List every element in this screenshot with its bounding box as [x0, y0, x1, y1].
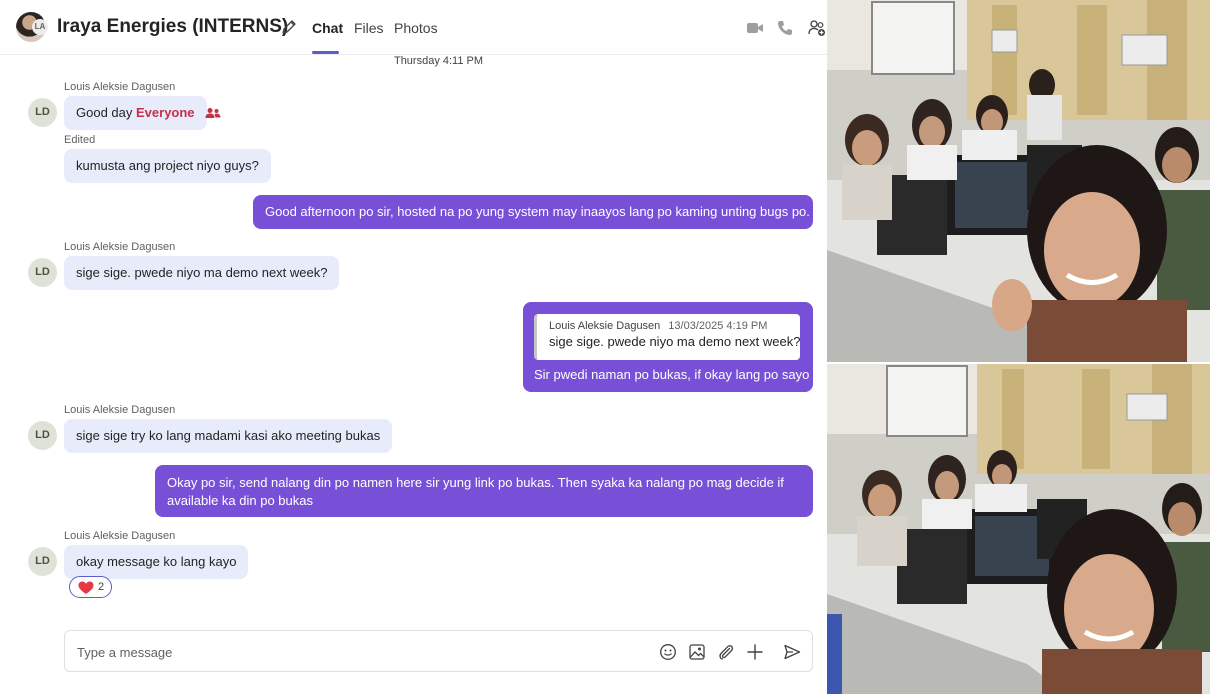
message-text: kumusta ang project niyo guys?	[76, 158, 259, 173]
tab-files[interactable]: Files	[354, 20, 384, 36]
message-bubble[interactable]: Good day Everyone	[64, 96, 207, 130]
avatar[interactable]: LD	[28, 547, 57, 576]
group-avatar-badge: LA	[32, 19, 48, 35]
chat-title: Iraya Energies (INTERNS)	[57, 16, 289, 37]
quoted-sender: Louis Aleksie Dagusen	[549, 320, 661, 332]
message-text: okay message ko lang kayo	[76, 554, 237, 569]
audio-call-icon[interactable]	[776, 19, 794, 37]
tab-photos[interactable]: Photos	[394, 20, 438, 36]
message-bubble[interactable]: okay message ko lang kayo	[64, 545, 249, 579]
chat-pane: LA Iraya Energies (INTERNS) Chat Files P…	[0, 0, 827, 694]
mention-everyone[interactable]: Everyone	[136, 105, 195, 120]
message-text: sige sige. pwede niyo ma demo next week?	[76, 265, 328, 280]
group-mention-icon	[205, 108, 221, 118]
shared-photo-2[interactable]	[827, 364, 1210, 694]
message-sender: Louis Aleksie Dagusen	[64, 530, 176, 542]
message-bubble[interactable]: sige sige. pwede niyo ma demo next week?	[64, 256, 340, 290]
message-date-separator: Thursday 4:11 PM	[393, 55, 484, 67]
add-people-icon[interactable]	[808, 19, 826, 37]
emoji-icon[interactable]	[659, 643, 677, 661]
message-sender: Louis Aleksie Dagusen	[64, 241, 176, 253]
quoted-text: sige sige. pwede niyo ma demo next week?	[549, 334, 801, 349]
message-composer	[64, 630, 813, 672]
message-bubble[interactable]: sige sige try ko lang madami kasi ako me…	[64, 419, 393, 453]
heart-icon	[78, 581, 94, 594]
edit-pencil-icon[interactable]	[280, 18, 298, 36]
attach-icon[interactable]	[717, 643, 735, 661]
outgoing-message-bubble[interactable]: Good afternoon po sir, hosted na po yung…	[253, 195, 813, 229]
shared-photo-1[interactable]	[827, 0, 1210, 362]
message-text-line-2: available ka din po bukas	[167, 493, 313, 508]
outgoing-message-bubble[interactable]: Okay po sir, send nalang din po namen he…	[155, 465, 813, 517]
message-text: sige sige try ko lang madami kasi ako me…	[76, 428, 381, 443]
quoted-message[interactable]: Louis Aleksie Dagusen 13/03/2025 4:19 PM …	[534, 314, 800, 360]
message-text: Sir pwedi naman po bukas, if okay lang p…	[534, 367, 810, 382]
chat-header: LA Iraya Energies (INTERNS) Chat Files P…	[0, 0, 827, 55]
active-tab-indicator	[312, 51, 339, 54]
edited-label: Edited	[64, 134, 96, 146]
message-sender: Louis Aleksie Dagusen	[64, 404, 176, 416]
message-text-line-1: Okay po sir, send nalang din po namen he…	[167, 475, 784, 490]
tab-chat[interactable]: Chat	[312, 20, 343, 36]
avatar[interactable]: LD	[28, 421, 57, 450]
plus-icon[interactable]	[746, 643, 764, 661]
group-avatar[interactable]: LA	[16, 12, 48, 42]
heart-reaction[interactable]: 2	[69, 576, 112, 598]
avatar[interactable]: LD	[28, 98, 57, 127]
message-text: Good afternoon po sir, hosted na po yung…	[265, 204, 810, 219]
quoted-timestamp: 13/03/2025 4:19 PM	[668, 320, 768, 332]
send-icon[interactable]	[783, 643, 801, 661]
message-bubble[interactable]: kumusta ang project niyo guys?	[64, 149, 271, 183]
message-text: Good day	[76, 105, 136, 120]
message-input[interactable]	[77, 641, 637, 663]
video-call-icon[interactable]	[746, 19, 764, 37]
avatar[interactable]: LD	[28, 258, 57, 287]
image-icon[interactable]	[688, 643, 706, 661]
message-sender: Louis Aleksie Dagusen	[64, 81, 176, 93]
photo-gallery-pane	[827, 0, 1210, 694]
reaction-count: 2	[98, 581, 105, 593]
